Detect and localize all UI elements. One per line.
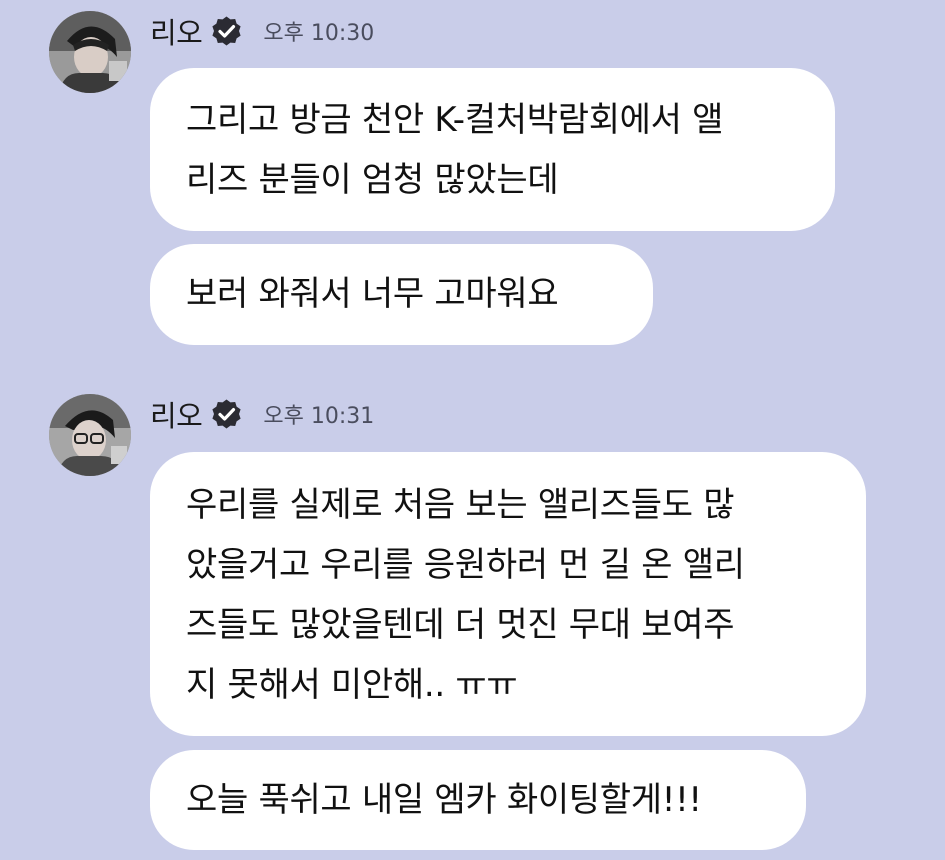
sender-name[interactable]: 리오 [150, 10, 203, 52]
message-header: 리오 오후 10:31 [150, 394, 374, 434]
avatar-image [49, 394, 131, 476]
timestamp: 오후 10:31 [263, 404, 375, 429]
message-bubble[interactable]: 보러 와줘서 너무 고마워요 [150, 244, 653, 345]
message-bubble[interactable]: 그리고 방금 천안 K-컬처박람회에서 앨 리즈 분들이 엄청 많았는데 [150, 68, 835, 231]
message-bubble[interactable]: 오늘 푹쉬고 내일 엠카 화이팅할게!!! [150, 750, 806, 850]
avatar[interactable] [49, 394, 131, 476]
message-text-line: 오늘 푹쉬고 내일 엠카 화이팅할게!!! [186, 780, 702, 820]
avatar[interactable] [49, 11, 131, 93]
message-header: 리오 오후 10:30 [150, 11, 374, 51]
verified-badge-icon [210, 398, 243, 431]
timestamp: 오후 10:30 [263, 21, 375, 46]
message-bubble[interactable]: 우리를 실제로 처음 보는 앨리즈들도 많 았을거고 우리를 응원하러 먼 길 … [150, 452, 866, 736]
message-text-line: 그리고 방금 천안 K-컬처박람회에서 앨 [186, 100, 724, 140]
message-text-line: 우리를 실제로 처음 보는 앨리즈들도 많 [186, 485, 735, 525]
message-text-line: 지 못해서 미안해.. ㅠㅠ [186, 665, 518, 705]
message-text-line: 리즈 분들이 엄청 많았는데 [186, 160, 559, 200]
message-text-line: 보러 와줘서 너무 고마워요 [186, 274, 559, 314]
sender-name[interactable]: 리오 [150, 393, 203, 435]
avatar-image [49, 11, 131, 93]
message-text-line: 즈들도 많았을텐데 더 멋진 무대 보여주 [186, 605, 735, 645]
message-text-line: 았을거고 우리를 응원하러 먼 길 온 앨리 [186, 545, 745, 585]
verified-badge-icon [210, 15, 243, 48]
